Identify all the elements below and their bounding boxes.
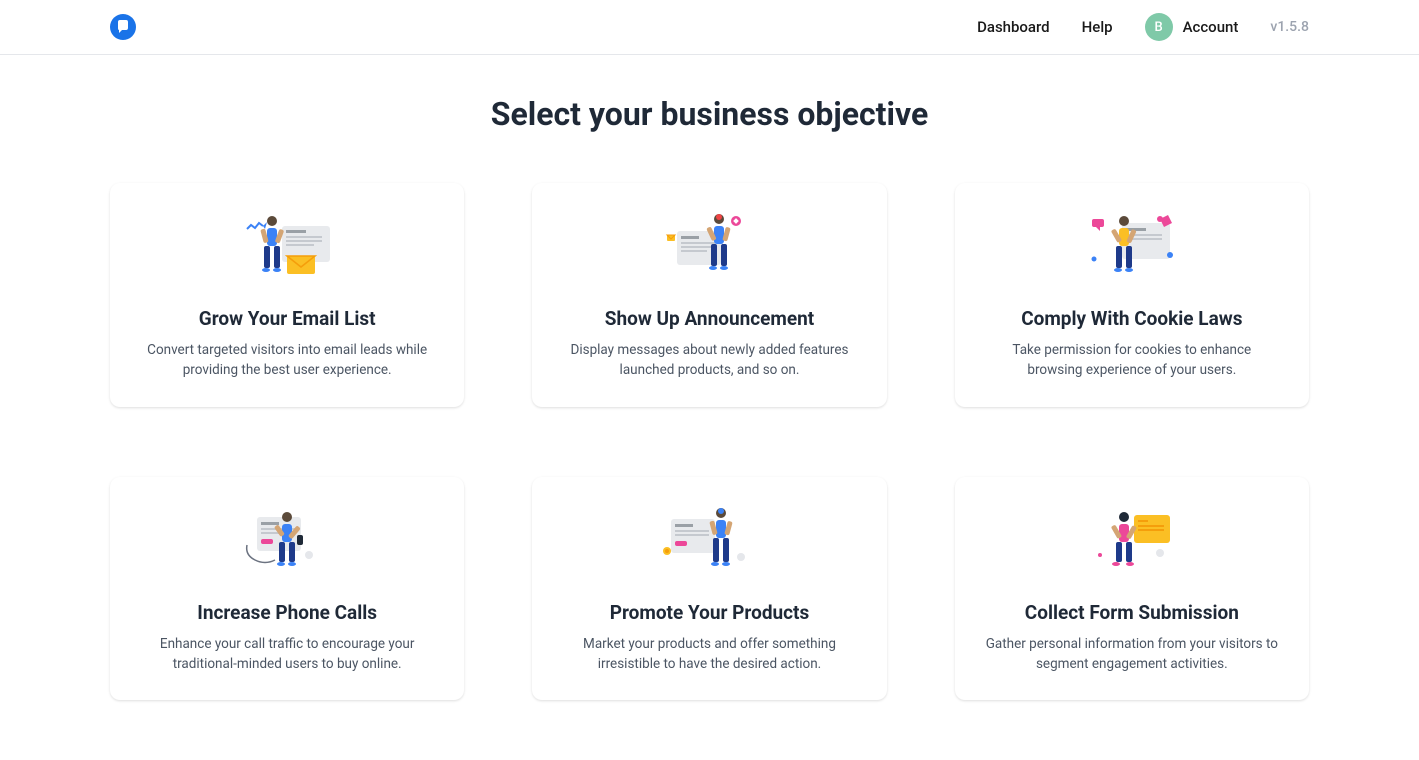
card-desc: Gather personal information from your vi… <box>975 634 1289 675</box>
card-desc: Market your products and offer something… <box>552 634 866 675</box>
card-desc: Take permission for cookies to enhance b… <box>975 340 1289 381</box>
card-phone-calls[interactable]: Increase Phone Calls Enhance your call t… <box>110 477 464 701</box>
avatar: B <box>1145 13 1173 41</box>
card-grow-email-list[interactable]: Grow Your Email List Convert targeted vi… <box>110 183 464 407</box>
nav: Dashboard Help B Account v1.5.8 <box>977 13 1309 41</box>
card-title: Show Up Announcement <box>552 307 866 330</box>
nav-account[interactable]: B Account <box>1145 13 1239 41</box>
card-form-submission[interactable]: Collect Form Submission Gather personal … <box>955 477 1309 701</box>
nav-dashboard[interactable]: Dashboard <box>977 18 1050 36</box>
illustration-announcement-icon <box>659 211 759 291</box>
objectives-grid: Grow Your Email List Convert targeted vi… <box>110 183 1309 700</box>
card-desc: Enhance your call traffic to encourage y… <box>130 634 444 675</box>
nav-help[interactable]: Help <box>1082 18 1113 36</box>
header: Dashboard Help B Account v1.5.8 <box>0 0 1419 55</box>
illustration-cookie-icon <box>1082 211 1182 291</box>
card-title: Increase Phone Calls <box>130 601 444 624</box>
illustration-phone-icon <box>237 505 337 585</box>
account-label: Account <box>1183 18 1239 36</box>
illustration-form-icon <box>1082 505 1182 585</box>
card-show-announcement[interactable]: Show Up Announcement Display messages ab… <box>532 183 886 407</box>
card-cookie-laws[interactable]: Comply With Cookie Laws Take permission … <box>955 183 1309 407</box>
card-title: Collect Form Submission <box>975 601 1289 624</box>
card-title: Grow Your Email List <box>130 307 444 330</box>
page-title: Select your business objective <box>110 95 1309 133</box>
illustration-promote-icon <box>659 505 759 585</box>
card-promote-products[interactable]: Promote Your Products Market your produc… <box>532 477 886 701</box>
version-label: v1.5.8 <box>1270 19 1309 35</box>
main: Select your business objective <box>0 55 1419 760</box>
card-desc: Convert targeted visitors into email lea… <box>130 340 444 381</box>
logo-icon[interactable] <box>110 14 136 40</box>
illustration-email-icon <box>237 211 337 291</box>
card-desc: Display messages about newly added featu… <box>552 340 866 381</box>
card-title: Promote Your Products <box>552 601 866 624</box>
card-title: Comply With Cookie Laws <box>975 307 1289 330</box>
